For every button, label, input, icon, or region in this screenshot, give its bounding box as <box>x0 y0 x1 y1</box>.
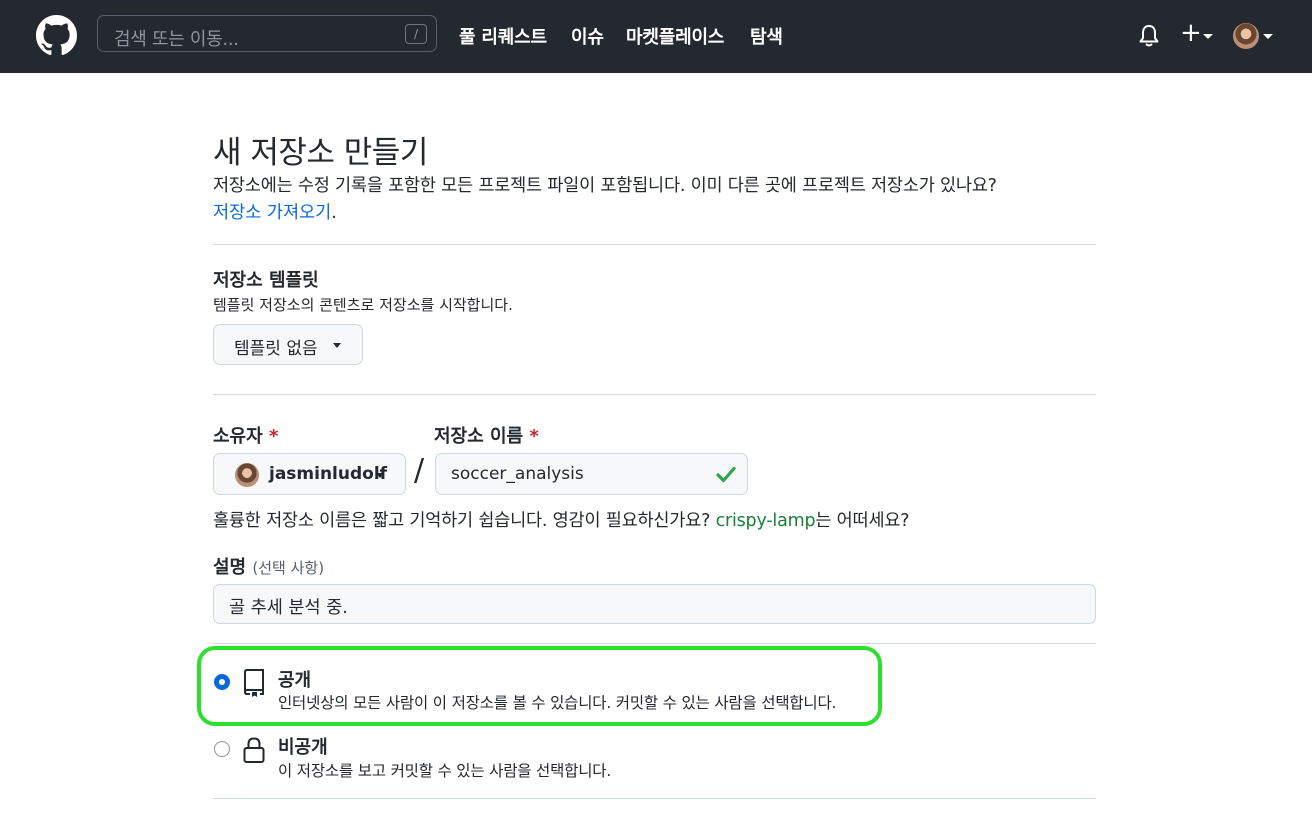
divider <box>213 798 1096 799</box>
description-value: 골 추세 분석 중. <box>229 598 348 618</box>
template-label: 저장소 템플릿 <box>213 270 319 291</box>
import-line: 저장소 가져오기. <box>213 199 337 224</box>
divider <box>213 244 1096 245</box>
nav-pull-requests[interactable]: 풀 리퀘스트 <box>459 23 547 49</box>
plus-dropdown-caret-icon[interactable] <box>1203 34 1213 39</box>
public-title: 공개 <box>278 670 312 691</box>
hint-suffix: 는 어떠세요? <box>815 511 910 531</box>
repo-name-value: soccer_analysis <box>451 464 584 484</box>
description-label: 설명 (선택 사항) <box>213 553 324 579</box>
repo-name-input[interactable]: soccer_analysis <box>435 453 748 495</box>
private-radio[interactable] <box>214 741 230 757</box>
owner-name: jasminludolf <box>269 464 388 484</box>
import-suffix: . <box>331 203 337 223</box>
check-icon <box>716 466 736 483</box>
avatar[interactable] <box>1233 23 1259 49</box>
optional-label: (선택 사항) <box>252 559 325 577</box>
required-mark: * <box>529 426 539 447</box>
import-repository-link[interactable]: 저장소 가져오기 <box>213 203 331 223</box>
owner-avatar <box>235 463 259 487</box>
chevron-down-icon <box>333 343 341 348</box>
page-subtitle: 저장소에는 수정 기록을 포함한 모든 프로젝트 파일이 포함됩니다. 이미 다… <box>213 176 997 196</box>
template-description: 템플릿 저장소의 콘텐츠로 저장소를 시작합니다. <box>213 296 513 314</box>
template-select-label: 템플릿 없음 <box>234 339 318 359</box>
search-input[interactable]: 검색 또는 이동... / <box>97 15 437 52</box>
private-title: 비공개 <box>278 737 328 758</box>
plus-icon[interactable]: + <box>1180 20 1202 46</box>
repo-icon <box>243 669 264 697</box>
nav-issues[interactable]: 이슈 <box>571 23 604 49</box>
nav-marketplace[interactable]: 마켓플레이스 <box>626 23 724 49</box>
owner-label-text: 소유자 <box>213 426 263 447</box>
hint-text: 훌륭한 저장소 이름은 짧고 기억하기 쉽습니다. 영감이 필요하신가요? <box>213 511 716 531</box>
search-shortcut-key: / <box>405 24 427 44</box>
public-radio[interactable] <box>214 674 230 690</box>
chevron-down-icon <box>376 473 384 478</box>
page-title: 새 저장소 만들기 <box>213 135 428 171</box>
description-input[interactable]: 골 추세 분석 중. <box>213 584 1096 624</box>
owner-label: 소유자 * <box>213 422 278 448</box>
github-logo-icon[interactable] <box>36 15 77 56</box>
search-placeholder: 검색 또는 이동... <box>114 29 239 50</box>
repo-name-label: 저장소 이름 * <box>434 422 539 448</box>
divider <box>213 394 1096 395</box>
template-select-button[interactable]: 템플릿 없음 <box>213 324 363 365</box>
lock-icon <box>243 737 265 763</box>
nav-explore[interactable]: 탐색 <box>750 23 783 49</box>
private-description: 이 저장소를 보고 커밋할 수 있는 사람을 선택합니다. <box>278 762 612 780</box>
top-header: 검색 또는 이동... / 풀 리퀘스트 이슈 마켓플레이스 탐색 + <box>0 0 1312 73</box>
divider <box>213 643 1096 644</box>
repo-name-label-text: 저장소 이름 <box>434 426 524 447</box>
suggested-name-link[interactable]: crispy-lamp <box>716 511 816 531</box>
required-mark: * <box>268 426 279 447</box>
owner-repo-separator: / <box>414 453 425 488</box>
description-label-text: 설명 <box>213 557 247 578</box>
public-description: 인터넷상의 모든 사람이 이 저장소를 볼 수 있습니다. 커밋할 수 있는 사… <box>278 694 837 712</box>
avatar-dropdown-caret-icon[interactable] <box>1263 34 1273 39</box>
bell-icon[interactable] <box>1138 24 1160 48</box>
repo-name-hint: 훌륭한 저장소 이름은 짧고 기억하기 쉽습니다. 영감이 필요하신가요? cr… <box>213 507 910 532</box>
owner-select-button[interactable]: jasminludolf <box>213 453 406 495</box>
